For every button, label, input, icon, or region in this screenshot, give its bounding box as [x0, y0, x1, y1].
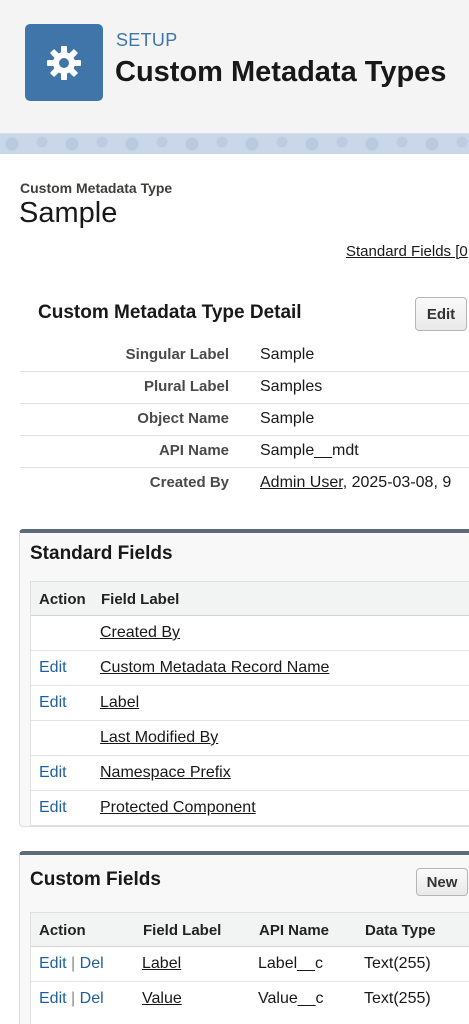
detail-value: Sample	[260, 346, 315, 363]
detail-label: Created By	[149, 474, 229, 491]
custom-fields-title: Custom Fields	[30, 869, 161, 890]
setup-gear-tile	[25, 24, 103, 101]
row-delete-link[interactable]: Del	[80, 990, 104, 1007]
row-delete-link[interactable]: Del	[80, 955, 104, 972]
row-edit-link[interactable]: Edit	[39, 694, 67, 712]
detail-row: API Name Sample__mdt	[20, 436, 469, 468]
page-title: Custom Metadata Types	[115, 56, 447, 88]
detail-row: Singular Label Sample	[20, 340, 469, 372]
field-label-link[interactable]: Label	[100, 694, 139, 712]
detail-section-title: Custom Metadata Type Detail	[38, 302, 302, 323]
field-label-link[interactable]: Custom Metadata Record Name	[100, 659, 329, 677]
field-label-link[interactable]: Label	[142, 955, 181, 973]
edit-button[interactable]: Edit	[415, 297, 467, 331]
api-name-value: Label__c	[258, 955, 323, 972]
column-action: Action	[39, 922, 86, 939]
detail-row: Plural Label Samples	[20, 372, 469, 404]
new-field-button[interactable]: New	[416, 868, 468, 896]
breadcrumb-setup: SETUP	[116, 30, 178, 50]
created-by-user-link[interactable]: Admin User	[260, 474, 343, 491]
column-data-type: Data Type	[365, 922, 436, 939]
table-row: Edit Namespace Prefix	[31, 756, 469, 791]
table-row: Edit | Del Label Label__c Text(255)	[31, 947, 469, 982]
detail-value: Sample	[260, 410, 315, 427]
row-edit-link[interactable]: Edit	[39, 990, 67, 1007]
field-label-link[interactable]: Last Modified By	[100, 729, 218, 747]
record-type-label: Custom Metadata Type	[20, 180, 173, 196]
detail-label: Singular Label	[125, 346, 229, 363]
standard-fields-link[interactable]: Standard Fields [0	[346, 243, 468, 260]
row-edit-link[interactable]: Edit	[39, 764, 67, 782]
action-separator: |	[71, 955, 76, 972]
data-type-value: Text(255)	[364, 990, 431, 1007]
gear-icon	[47, 45, 81, 80]
table-row: Edit Protected Component	[31, 791, 469, 826]
table-header: Action Field Label API Name Data Type	[31, 913, 469, 947]
standard-fields-title: Standard Fields	[30, 543, 173, 564]
field-label-link[interactable]: Namespace Prefix	[100, 764, 231, 782]
data-type-value: Text(255)	[364, 955, 431, 972]
page-header: SETUP Custom Metadata Types	[0, 0, 469, 134]
detail-label: Plural Label	[143, 378, 229, 395]
decorative-band	[0, 134, 469, 154]
detail-value: Sample__mdt	[260, 442, 359, 459]
row-actions: Edit | Del	[39, 990, 104, 1008]
created-by-timestamp: , 2025-03-08, 9	[342, 474, 452, 491]
row-edit-link[interactable]: Edit	[39, 955, 67, 972]
table-header: Action Field Label	[31, 582, 469, 616]
detail-row-created-by: Created By Admin User, 2025-03-08, 9	[20, 468, 469, 500]
standard-fields-panel: Standard Fields Action Field Label Creat…	[19, 529, 469, 827]
row-edit-link[interactable]: Edit	[39, 659, 67, 677]
column-api-name: API Name	[259, 922, 330, 939]
table-row: Edit | Del Value Value__c Text(255)	[31, 982, 469, 1017]
table-row: Edit Custom Metadata Record Name	[31, 651, 469, 686]
record-name: Sample	[19, 197, 118, 229]
row-edit-link[interactable]: Edit	[39, 799, 67, 817]
custom-fields-table: Action Field Label API Name Data Type Ed…	[30, 912, 469, 1024]
detail-table: Singular Label Sample Plural Label Sampl…	[20, 340, 469, 500]
action-separator: |	[71, 990, 76, 1007]
field-label-link[interactable]: Protected Component	[100, 799, 256, 817]
table-row: Last Modified By	[31, 721, 469, 756]
column-field-label: Field Label	[101, 591, 180, 608]
column-field-label: Field Label	[143, 922, 222, 939]
column-action: Action	[39, 591, 86, 608]
table-row: Created By	[31, 616, 469, 651]
field-label-link[interactable]: Created By	[100, 624, 180, 642]
detail-value: Admin User, 2025-03-08, 9	[260, 474, 451, 492]
api-name-value: Value__c	[258, 990, 324, 1007]
standard-fields-table: Action Field Label Created By Edit Custo…	[30, 581, 469, 826]
detail-value: Samples	[260, 378, 323, 395]
field-label-link[interactable]: Value	[142, 990, 182, 1008]
detail-row: Object Name Sample	[20, 404, 469, 436]
row-actions: Edit | Del	[39, 955, 104, 973]
detail-label: Object Name	[137, 410, 229, 427]
table-row: Edit Label	[31, 686, 469, 721]
custom-fields-panel: Custom Fields New Action Field Label API…	[19, 851, 469, 1024]
detail-label: API Name	[158, 442, 229, 459]
